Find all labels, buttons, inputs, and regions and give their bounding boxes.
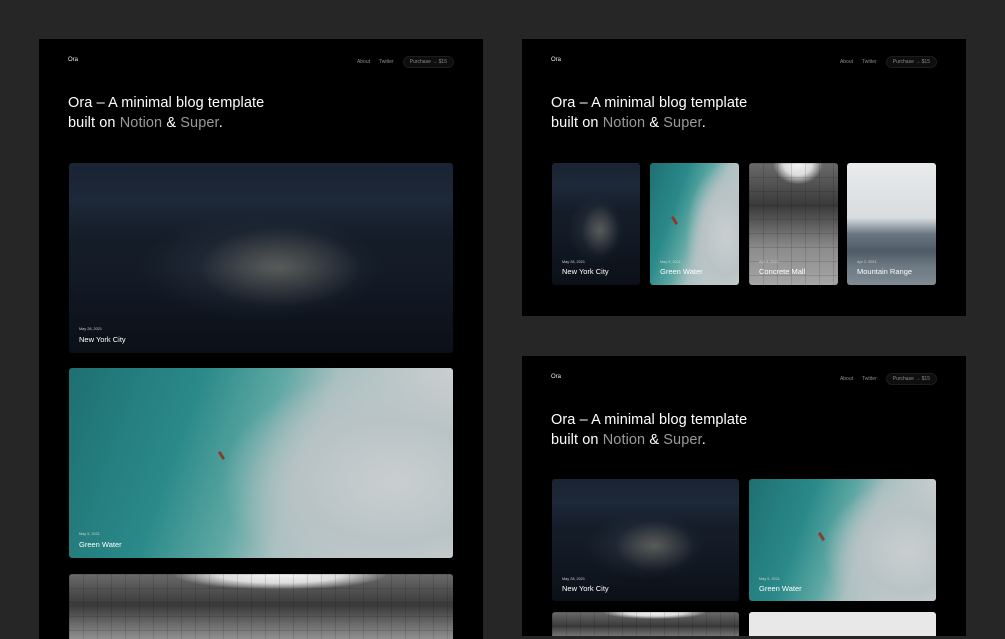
post-card-concrete-mall[interactable]: Apr 9, 2021 Concrete Mall: [749, 163, 838, 285]
post-card-green-water[interactable]: May 5, 2021 Green Water: [650, 163, 739, 285]
headline-period: .: [218, 114, 223, 131]
boat-image-detail: [217, 450, 226, 461]
post-card-green-water[interactable]: May 5, 2021 Green Water: [69, 368, 453, 558]
headline-line-1: Ora – A minimal blog template: [68, 95, 265, 111]
brand-logo[interactable]: Ora: [68, 57, 78, 63]
preview-four-column: Ora About Twitter Purchase → $15 Ora – A…: [522, 39, 966, 316]
super-link[interactable]: Super: [663, 432, 701, 448]
nav-links: About Twitter Purchase → $15: [357, 56, 454, 68]
notion-link[interactable]: Notion: [120, 115, 163, 131]
headline-amp: &: [649, 114, 660, 131]
post-date: May 5, 2021: [79, 532, 100, 536]
post-card-new-york-city[interactable]: May 28, 2021 New York City: [552, 479, 739, 601]
post-date: May 28, 2021: [79, 327, 103, 331]
post-title: Mountain Range: [857, 267, 913, 276]
nav-links: About Twitter Purchase → $15: [840, 373, 937, 385]
card-image-shade: [69, 267, 453, 353]
purchase-button[interactable]: Purchase → $15: [885, 373, 937, 385]
headline-line-2: built on Notion & Super.: [551, 431, 747, 451]
post-date: May 5, 2021: [660, 260, 681, 264]
notion-link[interactable]: Notion: [603, 432, 646, 448]
top-nav: Ora About Twitter Purchase → $15: [551, 56, 937, 68]
post-title: New York City: [562, 584, 609, 593]
post-date: May 28, 2021: [562, 577, 586, 581]
headline-line-1: Ora – A minimal blog template: [551, 95, 748, 111]
post-card-concrete-mall[interactable]: [69, 574, 453, 639]
nav-about-link[interactable]: About: [840, 59, 853, 65]
purchase-button[interactable]: Purchase → $15: [885, 56, 937, 68]
headline-period: .: [701, 114, 706, 131]
facade-grid-pattern: [552, 612, 739, 636]
post-date: May 28, 2021: [562, 260, 586, 264]
super-link[interactable]: Super: [663, 115, 701, 131]
post-title: Green Water: [660, 267, 703, 276]
post-title: New York City: [562, 267, 609, 276]
brand-logo[interactable]: Ora: [551, 57, 561, 63]
post-card-new-york-city[interactable]: May 28, 2021 New York City: [69, 163, 453, 353]
headline-amp: &: [166, 114, 177, 131]
headline-amp: &: [649, 431, 660, 448]
notion-link[interactable]: Notion: [603, 115, 646, 131]
facade-grid-pattern: [69, 574, 453, 639]
brand-logo[interactable]: Ora: [551, 374, 561, 380]
preview-two-column: Ora About Twitter Purchase → $15 Ora – A…: [522, 356, 966, 636]
post-date: Apr 9, 2021: [759, 260, 779, 264]
page-title: Ora – A minimal blog template built on N…: [551, 94, 747, 133]
nav-twitter-link[interactable]: Twitter: [379, 59, 394, 65]
headline-line-2: built on Notion & Super.: [68, 114, 264, 134]
post-card-concrete-mall[interactable]: [552, 612, 739, 636]
top-nav: Ora About Twitter Purchase → $15: [68, 56, 454, 68]
post-date: May 5, 2021: [759, 577, 780, 581]
headline-built-on: built on: [68, 114, 116, 131]
post-card-new-york-city[interactable]: May 28, 2021 New York City: [552, 163, 640, 285]
post-card-mountain-range[interactable]: [749, 612, 936, 636]
post-date: Apr 2, 2021: [857, 260, 877, 264]
post-card-green-water[interactable]: May 5, 2021 Green Water: [749, 479, 936, 601]
nav-about-link[interactable]: About: [840, 376, 853, 382]
boat-image-detail: [817, 531, 826, 542]
post-title: New York City: [79, 335, 126, 344]
post-title: Green Water: [79, 540, 122, 549]
headline-period: .: [701, 431, 706, 448]
headline-line-1: Ora – A minimal blog template: [551, 412, 748, 428]
card-image-shade: [552, 230, 640, 285]
boat-image-detail: [670, 215, 679, 226]
nav-about-link[interactable]: About: [357, 59, 370, 65]
headline-built-on: built on: [551, 431, 599, 448]
page-title: Ora – A minimal blog template built on N…: [551, 411, 747, 450]
post-title: Concrete Mall: [759, 267, 806, 276]
top-nav: Ora About Twitter Purchase → $15: [551, 373, 937, 385]
post-card-mountain-range[interactable]: Apr 2, 2021 Mountain Range: [847, 163, 936, 285]
nav-twitter-link[interactable]: Twitter: [862, 59, 877, 65]
headline-built-on: built on: [551, 114, 599, 131]
page-title: Ora – A minimal blog template built on N…: [68, 94, 264, 133]
purchase-button[interactable]: Purchase → $15: [402, 56, 454, 68]
post-title: Green Water: [759, 584, 802, 593]
headline-line-2: built on Notion & Super.: [551, 114, 747, 134]
nav-twitter-link[interactable]: Twitter: [862, 376, 877, 382]
nav-links: About Twitter Purchase → $15: [840, 56, 937, 68]
preview-single-column: Ora About Twitter Purchase → $15 Ora – A…: [39, 39, 483, 639]
super-link[interactable]: Super: [180, 115, 218, 131]
